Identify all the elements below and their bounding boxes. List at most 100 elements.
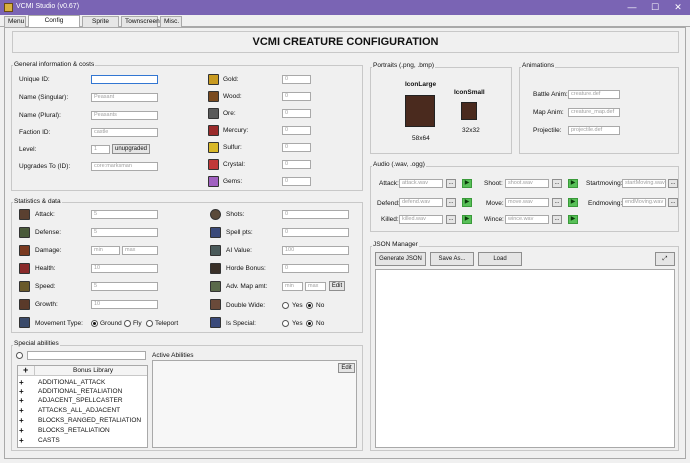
audio-defend-browse[interactable]: ... [446, 198, 456, 207]
icon-large-image[interactable] [405, 95, 435, 127]
audio-killed-play[interactable]: ▶ [462, 215, 472, 224]
growth-input[interactable]: 10 [91, 300, 158, 309]
audio-attack-browse[interactable]: ... [446, 179, 456, 188]
close-button[interactable]: ✕ [668, 1, 688, 14]
horde-bonus-label: Horde Bonus: [226, 265, 266, 272]
json-editor[interactable] [375, 269, 675, 448]
attack-label: Attack: [35, 211, 55, 218]
expand-icon[interactable]: ⤢ [655, 252, 675, 266]
faction-id-input[interactable]: castle [91, 128, 158, 137]
sulfur-input[interactable]: 0 [282, 143, 311, 152]
is-special-yes-radio[interactable] [282, 320, 289, 327]
movement-ground-radio[interactable] [91, 320, 98, 327]
ability-search-input[interactable] [27, 351, 146, 360]
expand-plus-icon[interactable]: + [19, 396, 24, 405]
damage-max-input[interactable]: max [122, 246, 158, 255]
expand-plus-icon[interactable]: + [19, 426, 24, 435]
audio-endmoving-browse[interactable]: ... [668, 198, 678, 207]
generate-json-button[interactable]: Generate JSON [375, 252, 426, 266]
audio-wince-play[interactable]: ▶ [568, 215, 578, 224]
defense-input[interactable]: 5 [91, 228, 158, 237]
gold-input[interactable]: 0 [282, 75, 311, 84]
save-as-button[interactable]: Save As... [430, 252, 474, 266]
audio-shoot-play[interactable]: ▶ [568, 179, 578, 188]
audio-move-input[interactable]: move.wav [505, 198, 549, 207]
wood-label: Wood: [223, 93, 242, 100]
active-edit-button[interactable]: Edit [338, 363, 355, 373]
name-plural-input[interactable]: Peasants [91, 111, 158, 120]
audio-attack-play[interactable]: ▶ [462, 179, 472, 188]
audio-move-play[interactable]: ▶ [568, 198, 578, 207]
level-input[interactable]: 1 [91, 145, 110, 154]
crystal-input[interactable]: 0 [282, 160, 311, 169]
active-abilities-list[interactable] [152, 360, 357, 448]
speed-input[interactable]: 5 [91, 282, 158, 291]
audio-endmoving-input[interactable]: endMoving.wav [622, 198, 666, 207]
tab-misc[interactable]: Misc. [160, 16, 182, 27]
load-button[interactable]: Load [478, 252, 522, 266]
map-anim-input[interactable]: creature_map.def [568, 108, 620, 117]
adv-map-max-input[interactable]: max [305, 282, 326, 291]
add-icon[interactable]: + [23, 365, 28, 375]
audio-defend-play[interactable]: ▶ [462, 198, 472, 207]
audio-startmoving-browse[interactable]: ... [668, 179, 678, 188]
level-label: Level: [19, 146, 37, 153]
maximize-button[interactable]: ☐ [645, 1, 665, 14]
audio-wince-browse[interactable]: ... [552, 215, 562, 224]
expand-plus-icon[interactable]: + [19, 416, 24, 425]
sulfur-label: Sulfur: [223, 144, 242, 151]
double-wide-no-radio[interactable] [306, 302, 313, 309]
unique-id-input[interactable] [91, 75, 158, 84]
defense-label: Defense: [35, 229, 62, 236]
movement-fly-radio[interactable] [124, 320, 131, 327]
audio-killed-input[interactable]: killed.wav [399, 215, 443, 224]
movement-teleport-radio[interactable] [146, 320, 153, 327]
mercury-input[interactable]: 0 [282, 126, 311, 135]
double-wide-yes-radio[interactable] [282, 302, 289, 309]
audio-startmoving-input[interactable]: startMoving.wav [622, 179, 666, 188]
tab-menu[interactable]: Menu [4, 16, 26, 27]
health-input[interactable]: 10 [91, 264, 158, 273]
faction-id-label: Faction ID: [19, 129, 51, 136]
audio-defend-input[interactable]: defend.wav [399, 198, 443, 207]
damage-min-input[interactable]: min [91, 246, 120, 255]
expand-plus-icon[interactable]: + [19, 436, 24, 445]
audio-shoot-browse[interactable]: ... [552, 179, 562, 188]
tab-townscreen[interactable]: Townscreen [121, 16, 160, 27]
expand-plus-icon[interactable]: + [19, 387, 24, 396]
wood-input[interactable]: 0 [282, 92, 311, 101]
search-toggle-radio[interactable] [16, 352, 23, 359]
upgrades-to-input[interactable]: core:marksman [91, 162, 158, 171]
minimize-button[interactable]: — [622, 1, 642, 14]
crystal-icon [208, 159, 219, 170]
ore-input[interactable]: 0 [282, 109, 311, 118]
adv-map-edit-button[interactable]: Edit [329, 281, 345, 291]
attack-input[interactable]: 5 [91, 210, 158, 219]
is-special-label: Is Special: [226, 320, 256, 327]
shots-input[interactable]: 0 [282, 210, 349, 219]
unupgraded-button[interactable]: unupgraded [112, 144, 150, 154]
expand-plus-icon[interactable]: + [19, 378, 24, 387]
projectile-input[interactable]: projectile.def [568, 126, 620, 135]
name-singular-input[interactable]: Peasant [91, 93, 158, 102]
growth-label: Growth: [35, 301, 58, 308]
adv-map-min-input[interactable]: min [282, 282, 303, 291]
audio-killed-browse[interactable]: ... [446, 215, 456, 224]
expand-plus-icon[interactable]: + [19, 406, 24, 415]
tab-sprite-editor[interactable]: Sprite Editor [82, 16, 119, 35]
horde-bonus-input[interactable]: 0 [282, 264, 349, 273]
page-title: VCMI CREATURE CONFIGURATION [12, 31, 679, 53]
ai-value-input[interactable]: 100 [282, 246, 349, 255]
gems-input[interactable]: 0 [282, 177, 311, 186]
audio-wince-input[interactable]: wince.wav [505, 215, 549, 224]
icon-small-image[interactable] [461, 102, 477, 120]
shots-icon [210, 209, 221, 220]
audio-shoot-input[interactable]: shoot.wav [505, 179, 549, 188]
growth-icon [19, 299, 30, 310]
is-special-no-radio[interactable] [306, 320, 313, 327]
audio-attack-input[interactable]: attack.wav [399, 179, 443, 188]
battle-anim-input[interactable]: creature.def [568, 90, 620, 99]
icon-large-size: 58x64 [412, 135, 430, 142]
audio-move-browse[interactable]: ... [552, 198, 562, 207]
spell-pts-input[interactable]: 0 [282, 228, 349, 237]
